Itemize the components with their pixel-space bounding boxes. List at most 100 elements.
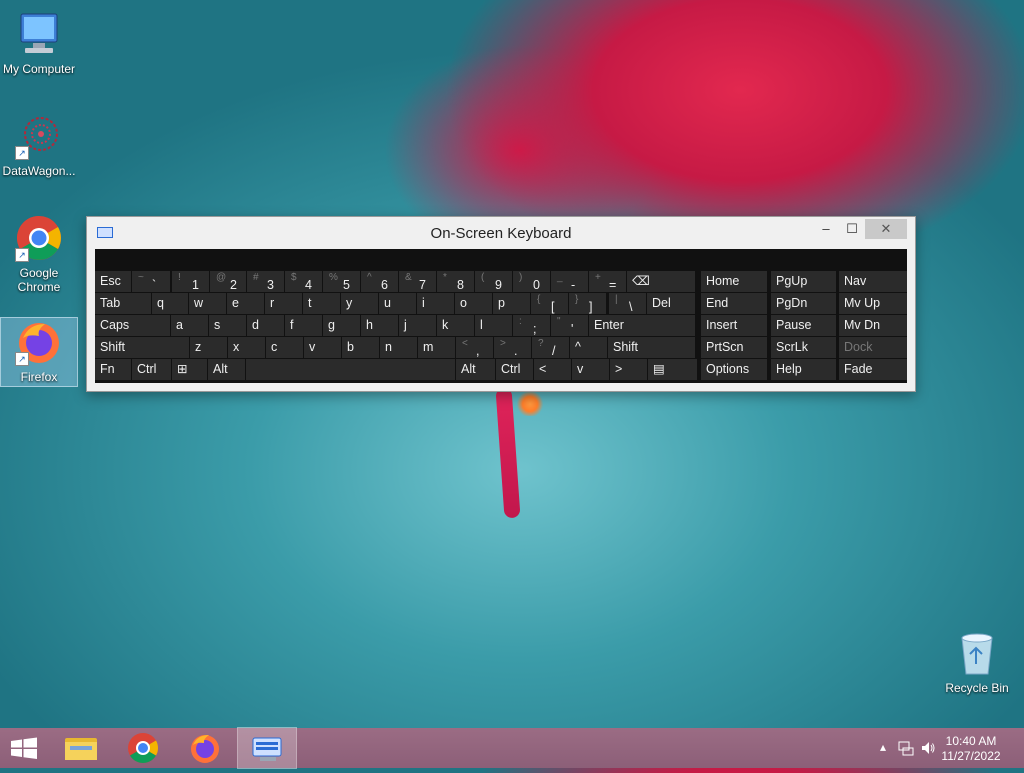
osk-key[interactable]: <	[534, 359, 571, 380]
osk-key[interactable]: h	[361, 315, 398, 336]
osk-nav-key[interactable]: Insert	[701, 315, 767, 336]
taskbar-chrome[interactable]	[114, 728, 172, 768]
osk-key[interactable]: Enter	[589, 315, 695, 336]
close-button[interactable]: ✕	[865, 219, 907, 239]
osk-nav-key[interactable]: Fade	[839, 359, 907, 380]
taskbar-firefox[interactable]	[176, 728, 234, 768]
osk-nav-key[interactable]: PgDn	[771, 293, 836, 314]
osk-key[interactable]: Alt	[208, 359, 245, 380]
osk-key[interactable]: (9	[475, 271, 512, 292]
osk-key[interactable]: $4	[285, 271, 322, 292]
osk-key[interactable]: _ -	[551, 271, 588, 292]
osk-key[interactable]: k	[437, 315, 474, 336]
maximize-button[interactable]: ☐	[839, 219, 865, 239]
osk-key[interactable]: | \	[609, 293, 646, 314]
osk-nav-key[interactable]: PgUp	[771, 271, 836, 292]
osk-key[interactable]: c	[266, 337, 303, 358]
osk-key[interactable]: Tab	[95, 293, 151, 314]
osk-key[interactable]: l	[475, 315, 512, 336]
osk-key[interactable]: ▤	[648, 359, 697, 380]
osk-key[interactable]: Shift	[95, 337, 189, 358]
osk-key[interactable]: o	[455, 293, 492, 314]
osk-key[interactable]: }]	[569, 293, 606, 314]
osk-key[interactable]	[246, 359, 455, 380]
osk-key[interactable]: s	[209, 315, 246, 336]
desktop-icon-recycle-bin[interactable]: Recycle Bin	[940, 630, 1014, 695]
osk-nav-key[interactable]: ScrLk	[771, 337, 836, 358]
start-button[interactable]	[0, 728, 58, 768]
osk-nav-key[interactable]: Home	[701, 271, 767, 292]
minimize-button[interactable]: –	[813, 219, 839, 239]
osk-key[interactable]: ^ 6	[361, 271, 398, 292]
osk-key[interactable]: :;	[513, 315, 550, 336]
osk-nav-key[interactable]: Mv Dn	[839, 315, 907, 336]
desktop-icon-google-chrome[interactable]: ↗ Google Chrome	[1, 214, 77, 294]
osk-key[interactable]: Caps	[95, 315, 170, 336]
osk-key[interactable]: Alt	[456, 359, 495, 380]
osk-nav-key[interactable]: PrtScn	[701, 337, 767, 358]
chevron-up-icon[interactable]: ▴	[880, 740, 886, 754]
osk-key[interactable]: Ctrl	[132, 359, 171, 380]
osk-key[interactable]: i	[417, 293, 454, 314]
osk-nav-key[interactable]: Pause	[771, 315, 836, 336]
osk-key[interactable]: x	[228, 337, 265, 358]
osk-nav-key[interactable]: Options	[701, 359, 767, 380]
osk-key[interactable]: ) 0	[513, 271, 550, 292]
osk-key[interactable]: Fn	[95, 359, 131, 380]
osk-nav-key[interactable]: Mv Up	[839, 293, 907, 314]
osk-key[interactable]: f	[285, 315, 322, 336]
taskbar-clock[interactable]: 10:40 AM 11/27/2022	[936, 734, 1006, 764]
osk-nav-key[interactable]: Help	[771, 359, 836, 380]
osk-key[interactable]: #3	[247, 271, 284, 292]
osk-key[interactable]: ~ `	[132, 271, 170, 292]
taskbar-on-screen-keyboard[interactable]	[237, 727, 297, 769]
osk-key[interactable]: u	[379, 293, 416, 314]
osk-key[interactable]: Del	[647, 293, 695, 314]
network-icon[interactable]	[898, 740, 914, 756]
osk-key[interactable]: m	[418, 337, 455, 358]
osk-key[interactable]: % 5	[323, 271, 360, 292]
osk-key[interactable]: j	[399, 315, 436, 336]
osk-key[interactable]: * 8	[437, 271, 474, 292]
osk-key[interactable]: d	[247, 315, 284, 336]
osk-key[interactable]: Esc	[95, 271, 131, 292]
desktop-icon-datawagon[interactable]: ↗ DataWagon...	[1, 112, 77, 178]
desktop-icon-my-computer[interactable]: My Computer	[1, 10, 77, 76]
osk-key[interactable]: ⌫	[627, 271, 695, 292]
osk-key[interactable]: e	[227, 293, 264, 314]
osk-key[interactable]: ⊞	[172, 359, 207, 380]
osk-key[interactable]: g	[323, 315, 360, 336]
taskbar-file-explorer[interactable]	[52, 728, 110, 768]
osk-key[interactable]: <,	[456, 337, 493, 358]
osk-key[interactable]: + =	[589, 271, 626, 292]
osk-key[interactable]: Shift	[608, 337, 695, 358]
osk-key[interactable]: v	[304, 337, 341, 358]
osk-key[interactable]: Ctrl	[496, 359, 533, 380]
osk-key[interactable]: a	[171, 315, 208, 336]
osk-key[interactable]: " '	[551, 315, 588, 336]
desktop-icon-firefox[interactable]: ↗ Firefox	[0, 317, 78, 387]
osk-key[interactable]: v	[572, 359, 609, 380]
osk-key[interactable]: t	[303, 293, 340, 314]
osk-titlebar[interactable]: On-Screen Keyboard – ☐ ✕	[87, 217, 915, 247]
osk-key[interactable]: n	[380, 337, 417, 358]
osk-key[interactable]: p	[493, 293, 530, 314]
osk-key[interactable]: ! 1	[172, 271, 209, 292]
osk-key[interactable]: ^	[570, 337, 607, 358]
osk-key[interactable]: z	[190, 337, 227, 358]
volume-icon[interactable]	[920, 740, 936, 756]
osk-key[interactable]: & 7	[399, 271, 436, 292]
osk-key[interactable]: b	[342, 337, 379, 358]
osk-key[interactable]: w	[189, 293, 226, 314]
osk-key[interactable]: {[	[531, 293, 568, 314]
osk-key[interactable]: >.	[494, 337, 531, 358]
osk-key[interactable]: @2	[210, 271, 246, 292]
osk-key[interactable]: y	[341, 293, 378, 314]
osk-nav-key[interactable]: End	[701, 293, 767, 314]
osk-key[interactable]: q	[152, 293, 188, 314]
osk-key[interactable]: >	[610, 359, 647, 380]
osk-key[interactable]: r	[265, 293, 302, 314]
osk-nav-key[interactable]: Nav	[839, 271, 907, 292]
osk-key[interactable]: ? /	[532, 337, 569, 358]
osk-window[interactable]: On-Screen Keyboard – ☐ ✕ Esc ~ `! 1 @2 #3 $4% 5…	[86, 216, 916, 392]
